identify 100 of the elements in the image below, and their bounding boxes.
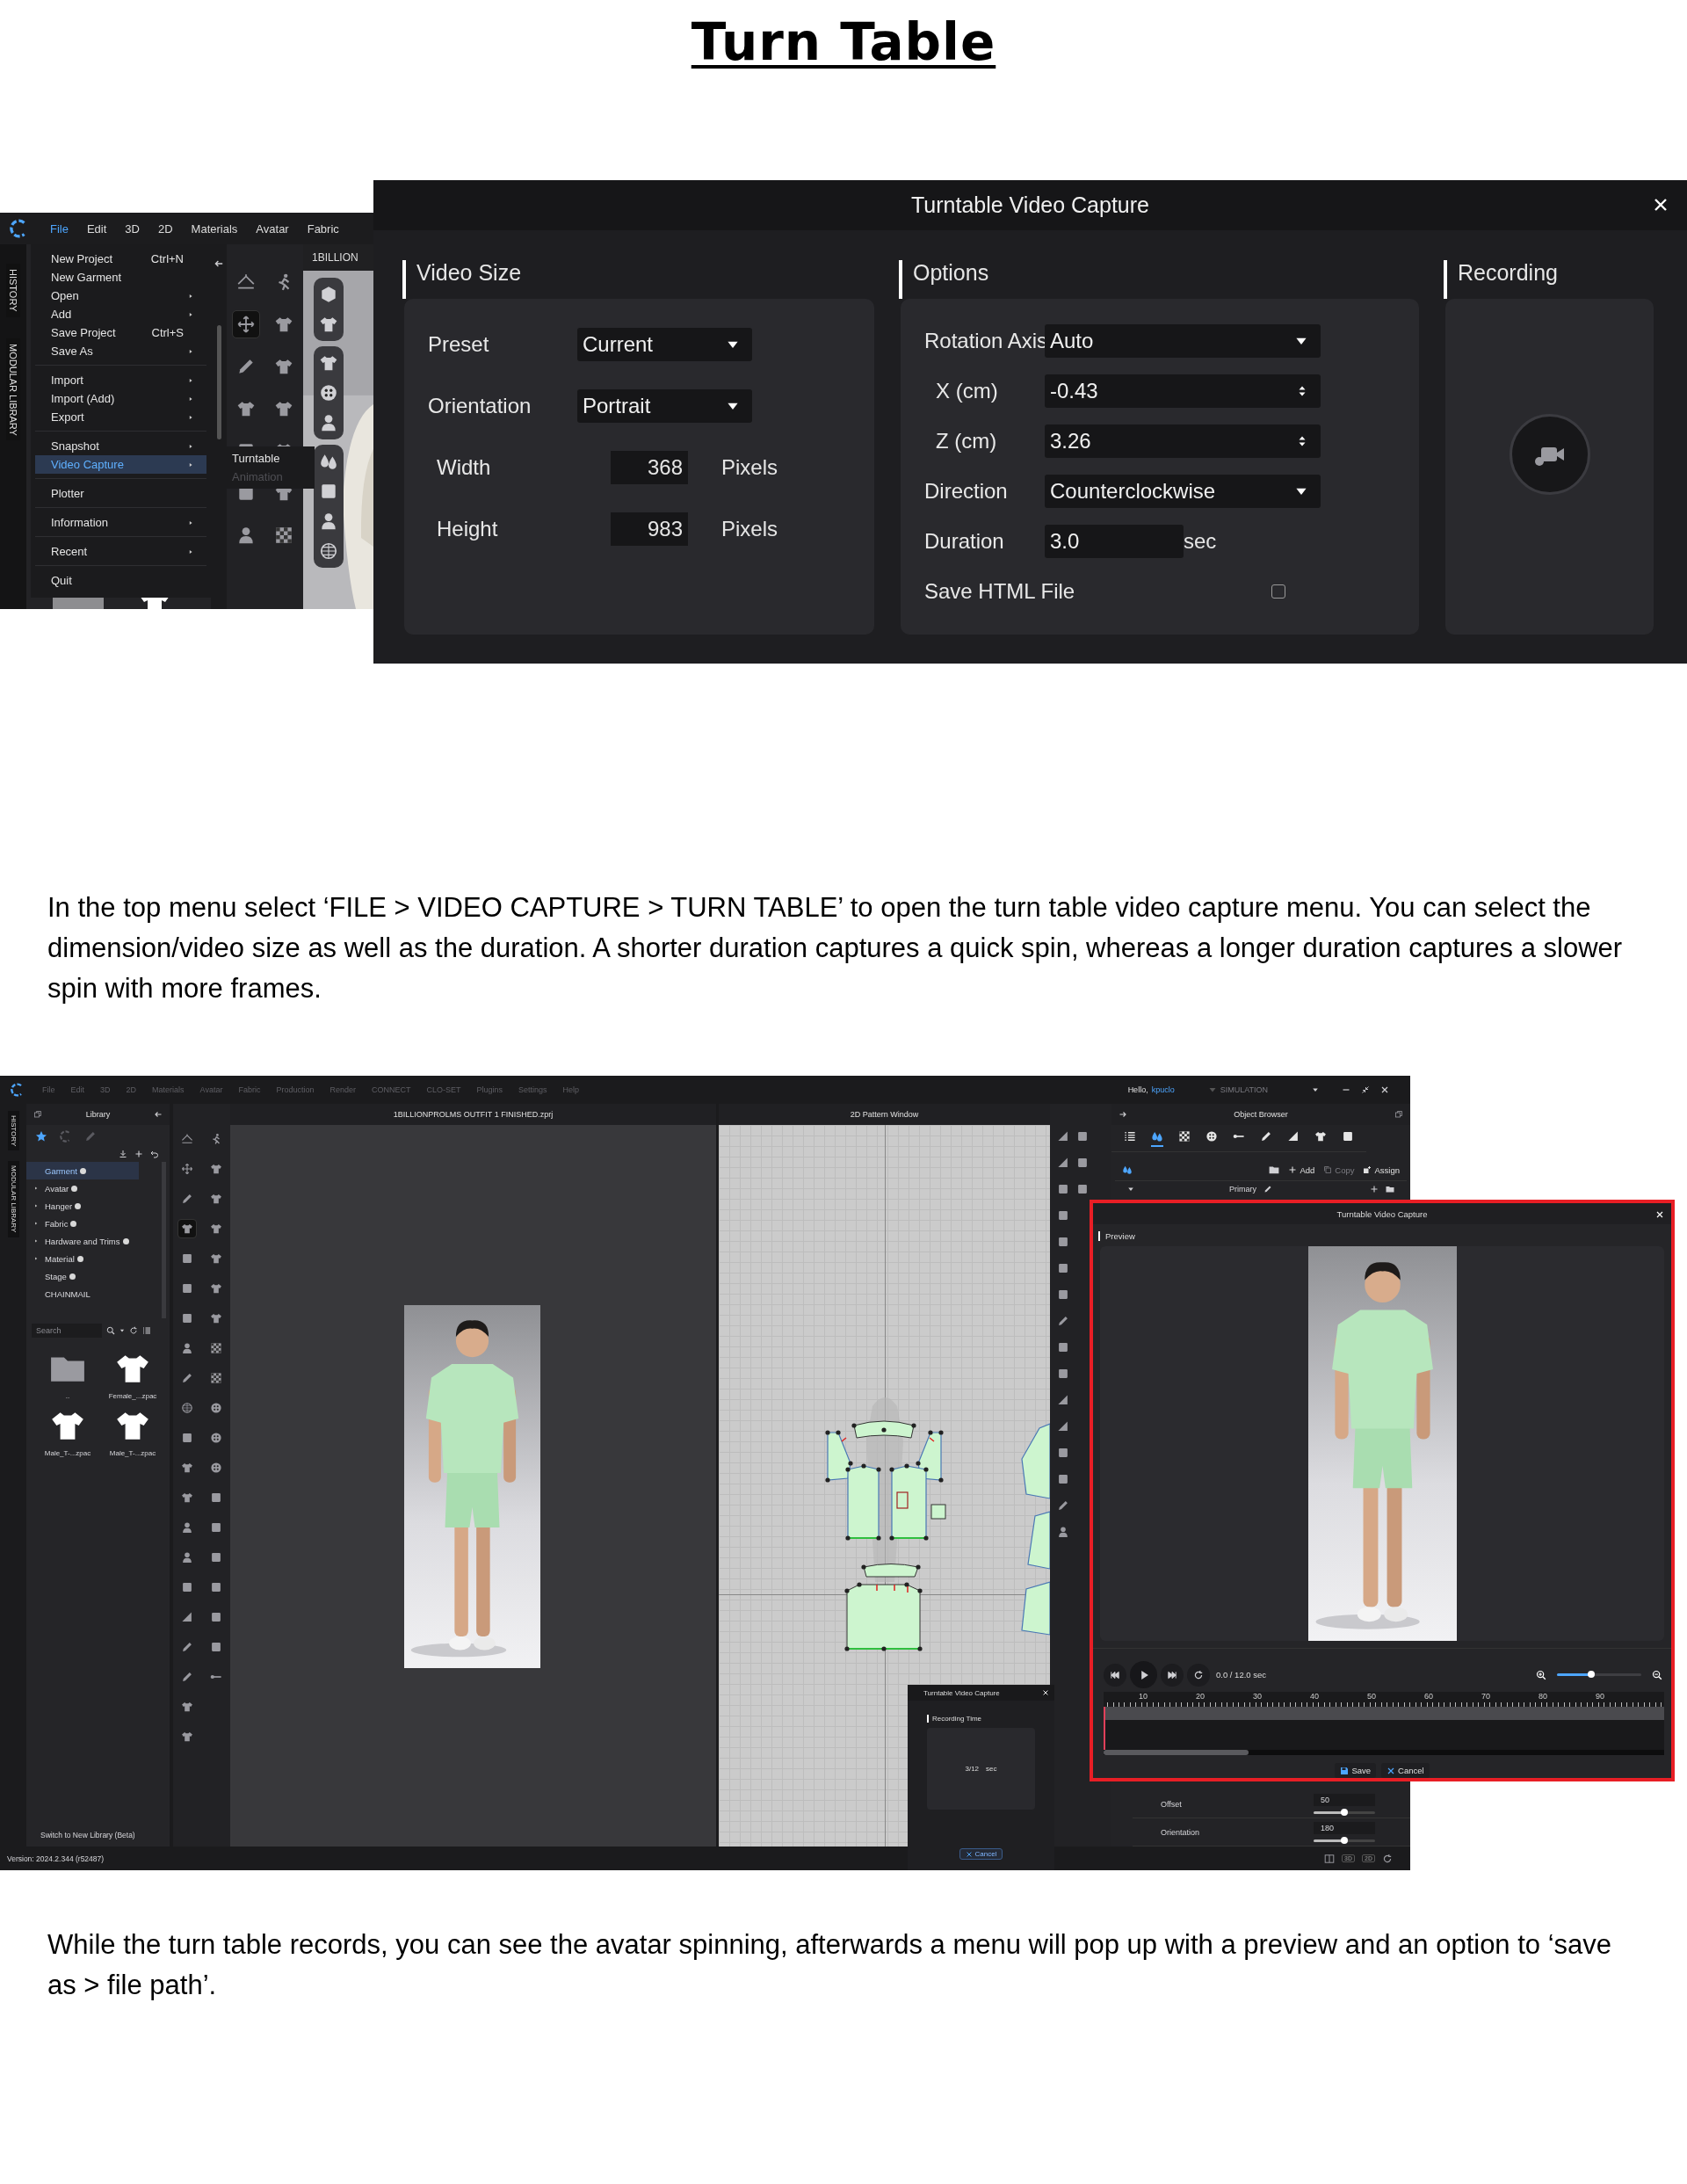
menu-item[interactable]: Save As xyxy=(35,342,206,360)
menu-item[interactable]: Save Project Ctrl+S xyxy=(35,323,206,342)
shirt-icon[interactable] xyxy=(209,1193,222,1205)
square-icon[interactable] xyxy=(1057,1341,1069,1353)
shirt-icon[interactable] xyxy=(181,1731,194,1743)
number-field[interactable]: -0.43 xyxy=(1045,374,1321,408)
menu-item[interactable]: Fabric xyxy=(307,221,339,236)
person-icon[interactable] xyxy=(319,413,338,432)
number-field[interactable]: 180 xyxy=(1314,1822,1375,1834)
square-icon[interactable] xyxy=(209,1611,222,1623)
shirt-icon[interactable] xyxy=(181,1462,194,1474)
drops-icon[interactable] xyxy=(1122,1165,1133,1175)
cancel-button[interactable]: Cancel xyxy=(1381,1763,1430,1778)
pen-icon[interactable] xyxy=(1057,1315,1069,1327)
zoom-out-icon[interactable] xyxy=(1652,1669,1662,1680)
action-button[interactable]: Add xyxy=(1288,1165,1315,1175)
caret-icon[interactable] xyxy=(1312,1086,1319,1093)
shirt-icon[interactable] xyxy=(209,1252,222,1265)
menu-item[interactable]: New Project Ctrl+N xyxy=(35,250,206,268)
switch-library-link[interactable]: Switch to New Library (Beta) xyxy=(40,1831,135,1839)
tree-item[interactable]: Material xyxy=(26,1250,139,1267)
zoom-in-icon[interactable] xyxy=(1536,1669,1546,1680)
shirt-icon[interactable] xyxy=(209,1312,222,1324)
save-button[interactable]: Save xyxy=(1335,1763,1377,1778)
list-icon[interactable] xyxy=(142,1326,151,1335)
square-icon[interactable] xyxy=(181,1252,194,1265)
checker-icon[interactable] xyxy=(209,1372,222,1384)
square-icon[interactable] xyxy=(1057,1288,1069,1301)
menu-item[interactable]: Add xyxy=(35,305,206,323)
square-icon[interactable] xyxy=(319,482,338,501)
square-icon[interactable] xyxy=(209,1521,222,1534)
menu-item[interactable]: Plotter xyxy=(35,484,206,503)
tree-item[interactable]: Stage xyxy=(26,1267,139,1285)
person-icon[interactable] xyxy=(319,512,338,531)
shirt-icon[interactable] xyxy=(209,1223,222,1235)
pen-icon[interactable] xyxy=(181,1671,194,1683)
window-icon[interactable] xyxy=(1394,1110,1403,1119)
dropdown[interactable]: Counterclockwise xyxy=(1045,475,1321,508)
menu-item[interactable]: Open xyxy=(35,287,206,305)
shirt-icon[interactable] xyxy=(319,315,338,334)
square-icon[interactable] xyxy=(181,1581,194,1593)
square-icon[interactable] xyxy=(181,1432,194,1444)
dropdown[interactable]: Auto xyxy=(1045,324,1321,358)
zoom-slider[interactable] xyxy=(1557,1673,1641,1676)
shirt-icon[interactable] xyxy=(274,357,294,376)
menu-item[interactable]: File xyxy=(50,221,69,236)
download-icon[interactable] xyxy=(119,1150,127,1158)
skip-back-icon[interactable] xyxy=(1110,1669,1120,1680)
tree-item[interactable]: Fabric xyxy=(26,1215,139,1232)
undo-icon[interactable] xyxy=(150,1150,159,1158)
add-icon[interactable] xyxy=(134,1150,143,1158)
square-icon[interactable] xyxy=(209,1641,222,1653)
back-arrow-icon[interactable] xyxy=(214,258,224,269)
menu-item[interactable]: Import (Add) xyxy=(35,389,206,408)
dropdown[interactable]: Current xyxy=(577,328,752,361)
checker-icon[interactable] xyxy=(274,526,294,545)
ruler-icon[interactable] xyxy=(1057,1130,1069,1143)
hanger-icon[interactable] xyxy=(181,1133,194,1145)
slider[interactable] xyxy=(1314,1811,1375,1814)
menu-item[interactable]: Edit xyxy=(86,221,107,236)
square-icon[interactable] xyxy=(1057,1368,1069,1380)
shirt-icon[interactable] xyxy=(274,399,294,418)
timeline-track[interactable] xyxy=(1104,1707,1664,1720)
ruler-icon[interactable] xyxy=(1057,1394,1069,1406)
slider[interactable] xyxy=(1314,1839,1375,1842)
drops-icon[interactable] xyxy=(319,452,338,471)
folder-add-icon[interactable] xyxy=(1269,1165,1280,1175)
split-view-icon[interactable] xyxy=(1324,1853,1336,1864)
tree-item[interactable]: CHAINMAIL xyxy=(26,1285,139,1302)
cube-icon[interactable] xyxy=(319,285,338,304)
person-icon[interactable] xyxy=(1057,1526,1069,1538)
timeline[interactable]: 10 20 30 40 50 60 70 80 90 xyxy=(1104,1692,1664,1755)
square-icon[interactable] xyxy=(1057,1473,1069,1485)
square-icon[interactable] xyxy=(1057,1209,1069,1222)
number-field[interactable]: 368 xyxy=(611,451,688,484)
caret-icon[interactable] xyxy=(1127,1186,1134,1193)
user-link[interactable]: kpuclo xyxy=(1151,1085,1175,1094)
menu-item[interactable]: Recent xyxy=(35,542,206,561)
pen-icon[interactable] xyxy=(181,1193,194,1205)
move-icon[interactable] xyxy=(181,1163,194,1175)
square-icon[interactable] xyxy=(1057,1183,1069,1195)
edit-icon[interactable] xyxy=(1263,1185,1272,1194)
menu-item[interactable]: 3D xyxy=(125,221,140,236)
side-tab[interactable]: MODULAR LIBRARY xyxy=(7,1161,19,1237)
square-icon[interactable] xyxy=(1076,1130,1089,1143)
folder-icon[interactable] xyxy=(1386,1185,1394,1194)
menu-item[interactable]: Materials xyxy=(191,221,238,236)
refresh-icon[interactable] xyxy=(129,1326,138,1335)
ruler-icon[interactable] xyxy=(1057,1157,1069,1169)
close-icon[interactable] xyxy=(1380,1085,1389,1094)
cancel-button[interactable]: Cancel xyxy=(959,1848,1003,1860)
back-arrow-icon[interactable] xyxy=(154,1110,163,1119)
menu-item[interactable]: Import xyxy=(35,371,206,389)
menu-item[interactable]: Snapshot xyxy=(35,437,206,455)
sewing-button-icon[interactable] xyxy=(209,1402,222,1414)
forward-arrow-icon[interactable] xyxy=(1119,1110,1127,1119)
search-field[interactable]: Search xyxy=(32,1324,102,1338)
shirt-icon[interactable] xyxy=(181,1491,194,1504)
search-icon[interactable] xyxy=(106,1326,115,1335)
square-icon[interactable] xyxy=(209,1491,222,1504)
